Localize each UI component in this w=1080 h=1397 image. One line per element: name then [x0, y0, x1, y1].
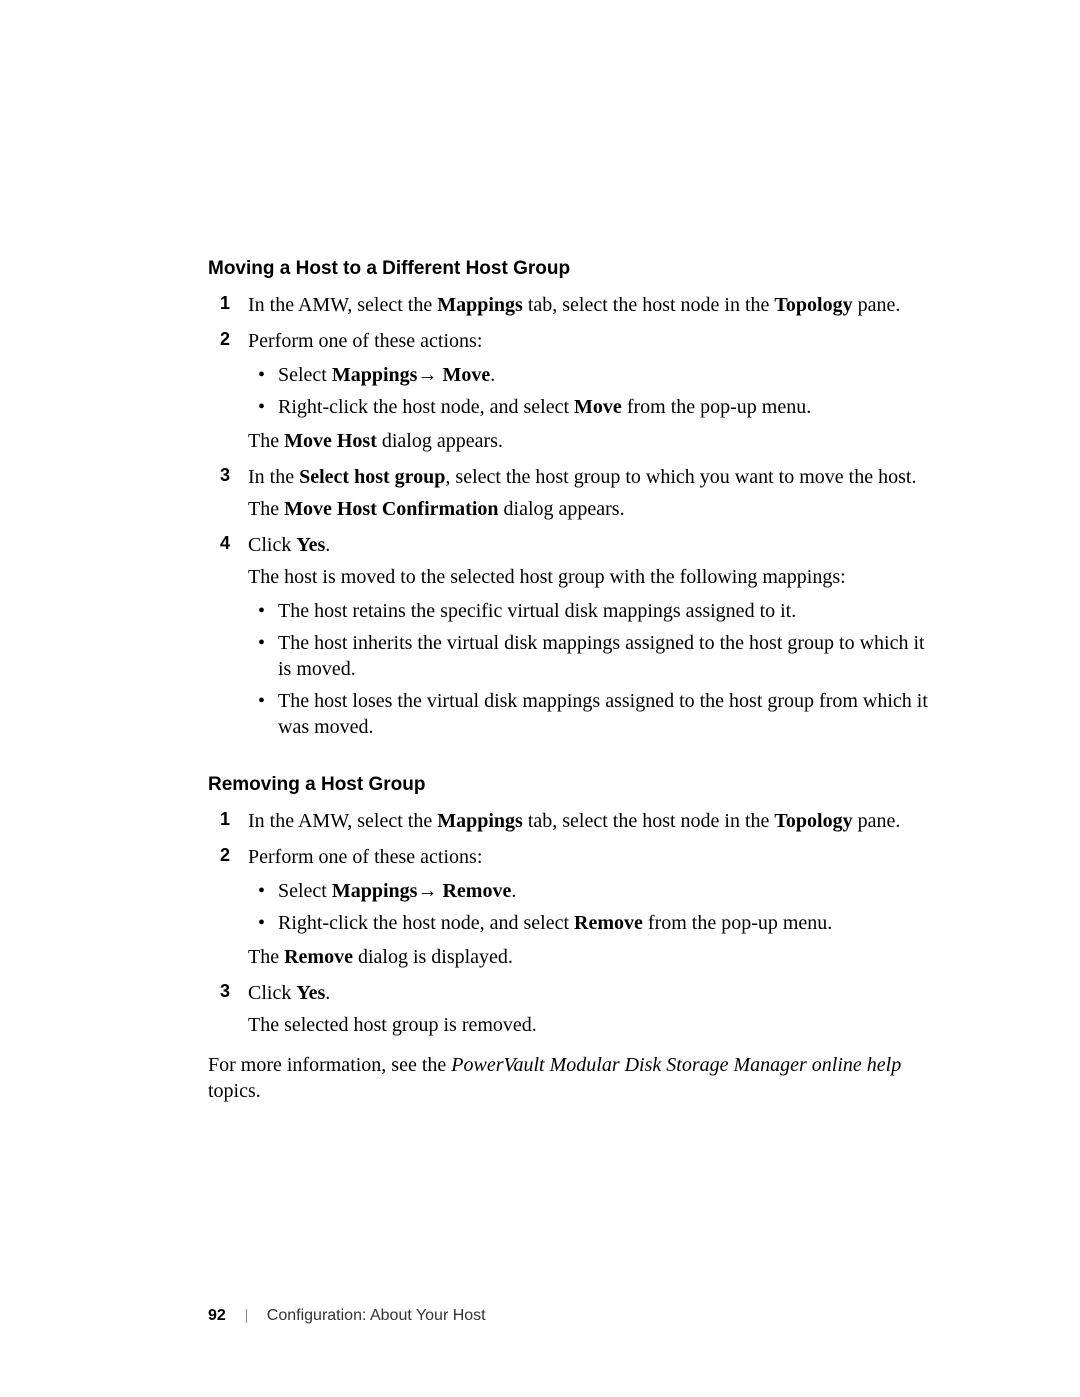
s2-step2: 2 Perform one of these actions: Select M… — [208, 844, 930, 970]
footer-divider — [246, 1309, 247, 1323]
page-content: Moving a Host to a Different Host Group … — [0, 0, 1080, 1104]
page-number: 92 — [208, 1307, 226, 1325]
s1-step4-b2: The host inherits the virtual disk mappi… — [248, 630, 930, 682]
s1-step2-text: Perform one of these actions: — [248, 330, 482, 352]
s1-step3-num: 3 — [220, 464, 230, 487]
s1-step4: 4 Click Yes. The host is moved to the se… — [208, 532, 930, 740]
section2: Removing a Host Group 1 In the AMW, sele… — [208, 774, 930, 1104]
s2-step1: 1 In the AMW, select the Mappings tab, s… — [208, 808, 930, 834]
s1-step4-b3: The host loses the virtual disk mappings… — [248, 688, 930, 740]
s1-step2: 2 Perform one of these actions: Select M… — [208, 328, 930, 454]
s1-step2-b2: Right-click the host node, and select Mo… — [248, 394, 930, 420]
s2-step3-after: The selected host group is removed. — [248, 1012, 930, 1038]
section1-list: 1 In the AMW, select the Mappings tab, s… — [208, 292, 930, 740]
s1-step2-after: The Move Host dialog appears. — [248, 428, 930, 454]
s1-step4-b1: The host retains the specific virtual di… — [248, 598, 930, 624]
s2-step2-b1: Select Mappings→ Remove. — [248, 878, 930, 904]
s1-step2-b1: Select Mappings→ Move. — [248, 362, 930, 388]
section2-heading: Removing a Host Group — [208, 774, 930, 796]
s1-step3-after: The Move Host Confirmation dialog appear… — [248, 496, 930, 522]
s1-step4-num: 4 — [220, 532, 230, 555]
chapter-title: Configuration: About Your Host — [267, 1307, 486, 1325]
s1-step1-text: In the AMW, select the Mappings tab, sel… — [248, 294, 900, 316]
s2-step2-bullets: Select Mappings→ Remove. Right-click the… — [248, 878, 930, 936]
section2-list: 1 In the AMW, select the Mappings tab, s… — [208, 808, 930, 1038]
s1-step4-bullets: The host retains the specific virtual di… — [248, 598, 930, 740]
s2-step1-text: In the AMW, select the Mappings tab, sel… — [248, 810, 900, 832]
s1-step4-after: The host is moved to the selected host g… — [248, 564, 930, 590]
s2-step3-text: Click Yes. — [248, 982, 330, 1004]
s1-step4-text: Click Yes. — [248, 534, 330, 556]
s2-step2-num: 2 — [220, 844, 230, 867]
s1-step2-num: 2 — [220, 328, 230, 351]
s2-step3: 3 Click Yes. The selected host group is … — [208, 980, 930, 1038]
s2-step2-b2: Right-click the host node, and select Re… — [248, 910, 930, 936]
s1-step1: 1 In the AMW, select the Mappings tab, s… — [208, 292, 930, 318]
closing-text: For more information, see the PowerVault… — [208, 1052, 930, 1104]
s2-step2-after: The Remove dialog is displayed. — [248, 944, 930, 970]
section1-heading: Moving a Host to a Different Host Group — [208, 258, 930, 280]
s2-step3-num: 3 — [220, 980, 230, 1003]
s1-step2-bullets: Select Mappings→ Move. Right-click the h… — [248, 362, 930, 420]
s1-step3: 3 In the Select host group, select the h… — [208, 464, 930, 522]
page-footer: 92 Configuration: About Your Host — [208, 1307, 486, 1325]
s1-step3-text: In the Select host group, select the hos… — [248, 466, 916, 488]
s2-step2-text: Perform one of these actions: — [248, 846, 482, 868]
s1-step1-num: 1 — [220, 292, 230, 315]
s2-step1-num: 1 — [220, 808, 230, 831]
